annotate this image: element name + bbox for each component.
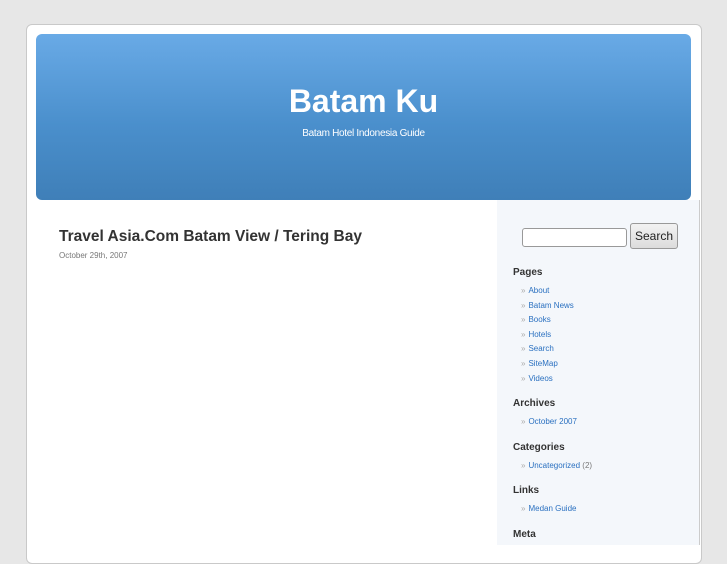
page-link[interactable]: Search <box>528 344 553 353</box>
list-item: » October 2007 <box>521 417 577 427</box>
blogroll-link[interactable]: Medan Guide <box>528 504 576 513</box>
category-link[interactable]: Uncategorized <box>528 461 580 470</box>
list-item: » Videos <box>521 373 553 383</box>
site-header: Batam Ku Batam Hotel Indonesia Guide <box>36 34 691 200</box>
search-button[interactable]: Search <box>630 223 678 249</box>
list-item: » Batam News <box>521 300 574 310</box>
archives-list: » October 2007 <box>513 415 592 430</box>
search-form: Search <box>522 223 678 249</box>
pages-list: » About » Batam News » Books » Hotels » Searc… <box>513 284 592 386</box>
page-link[interactable]: SiteMap <box>528 359 557 368</box>
page-link[interactable]: Books <box>528 315 550 324</box>
page-link[interactable]: Videos <box>528 374 552 383</box>
sidebar: Search Pages » About » Batam News » Books »… <box>497 200 700 545</box>
list-item: » Medan Guide <box>521 504 577 514</box>
post-title[interactable]: Travel Asia.Com Batam View / Tering Bay <box>59 228 362 246</box>
list-item: » Uncategorized (2) <box>521 460 593 470</box>
categories-heading: Categories <box>513 441 565 453</box>
page-link[interactable]: About <box>528 286 549 295</box>
post-date: October 29th, 2007 <box>59 251 128 260</box>
main-content: Travel Asia.Com Batam View / Tering Bay … <box>59 228 362 260</box>
list-item: » Hotels <box>521 329 552 339</box>
links-list: » Medan Guide <box>513 502 592 517</box>
category-count: (2) <box>582 460 593 470</box>
meta-heading: Meta <box>513 528 536 540</box>
search-input[interactable] <box>522 228 627 247</box>
list-item: » Search <box>521 344 554 354</box>
pages-heading: Pages <box>513 267 543 278</box>
archives-heading: Archives <box>513 398 556 410</box>
list-item: » About <box>521 286 550 295</box>
site-description: Batam Hotel Indonesia Guide <box>302 128 425 139</box>
page-link[interactable]: Batam News <box>528 301 573 310</box>
links-heading: Links <box>513 485 540 497</box>
archive-link[interactable]: October 2007 <box>528 417 576 426</box>
list-item: » SiteMap <box>521 358 558 368</box>
site-title[interactable]: Batam Ku <box>36 83 691 120</box>
page-link[interactable]: Hotels <box>528 330 551 339</box>
list-item: » Books <box>521 315 551 325</box>
categories-list: » Uncategorized (2) <box>513 459 592 474</box>
